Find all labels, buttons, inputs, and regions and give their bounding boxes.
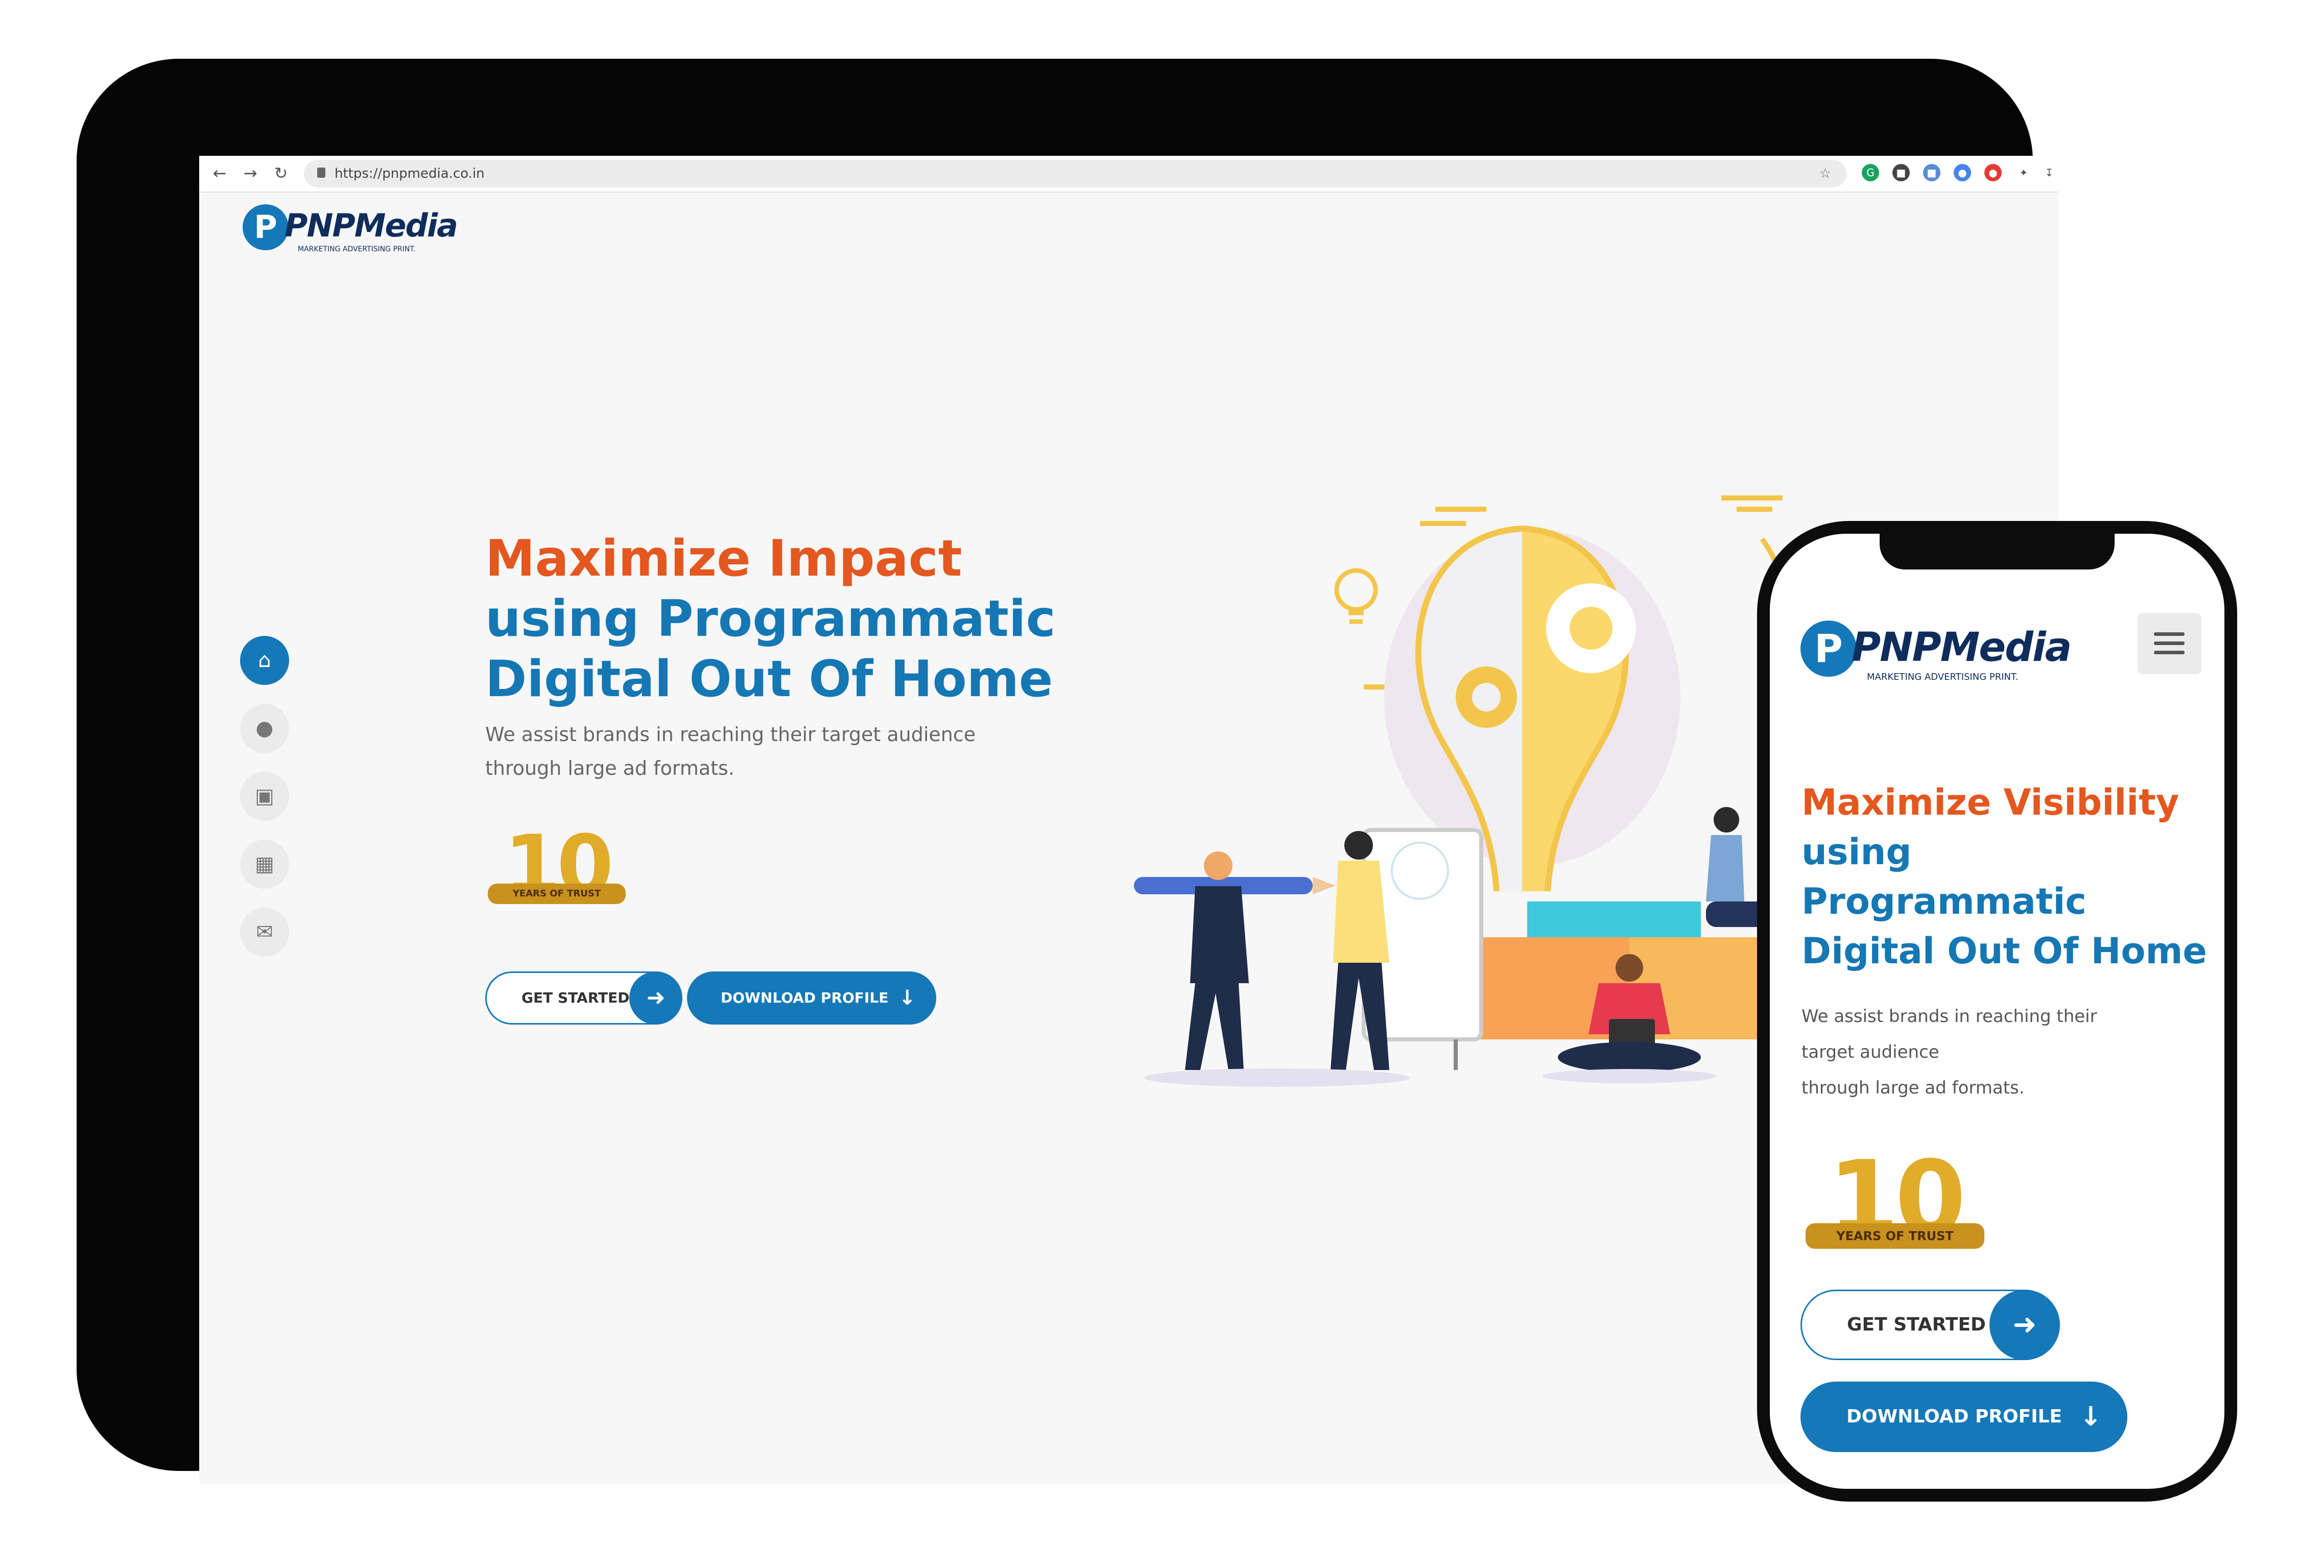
hero-title-line: using Programmatic	[485, 590, 1056, 648]
phone-notch	[1880, 534, 2115, 569]
small-lightbulb-icon	[1334, 568, 1378, 624]
get-started-button[interactable]: GET STARTED ➜	[485, 971, 682, 1025]
years-of-trust-badge: 10 YEARS OF TRUST	[488, 817, 626, 922]
badge-ribbon: YEARS OF TRUST	[488, 884, 626, 904]
hero-subtitle-line: through large ad formats.	[1801, 1078, 2025, 1098]
hero-subtitle-line: target audience	[1801, 1042, 1939, 1062]
mobile-hero-subtitle: We assist brands in reaching their targe…	[1801, 999, 2190, 1106]
get-started-label: GET STARTED	[1847, 1314, 1986, 1335]
laptop-frame: ← → ↻ https://pnpmedia.co.in ☆ G ■ ■ ● ●…	[77, 59, 2058, 1484]
download-profile-label: DOWNLOAD PROFILE	[1846, 1406, 2062, 1427]
logo-tagline: MARKETING ADVERTISING PRINT.	[1867, 672, 2019, 682]
hero-title-line: Digital Out Of Home	[485, 650, 1053, 708]
forward-icon[interactable]: →	[240, 163, 260, 183]
user-icon[interactable]: ●	[240, 704, 289, 753]
extension-icon[interactable]: G	[1862, 164, 1879, 181]
hero-subtitle-line: through large ad formats.	[485, 757, 734, 779]
extension-icon[interactable]: ●	[1954, 164, 1971, 181]
star-icon[interactable]: ☆	[1819, 166, 1831, 181]
logo-mark-icon: P	[1800, 621, 1857, 677]
browser-toolbar: ← → ↻ https://pnpmedia.co.in ☆ G ■ ■ ● ●…	[199, 156, 2058, 193]
brand-logo[interactable]: P PNPMedia MARKETING ADVERTISING PRINT.	[1800, 621, 2086, 692]
download-profile-button[interactable]: DOWNLOAD PROFILE ↓	[1800, 1382, 2127, 1452]
hero-subtitle-line: We assist brands in reaching their targe…	[485, 723, 976, 746]
hero-subtitle: We assist brands in reaching their targe…	[485, 718, 996, 785]
hero-title-line: Programmatic	[1801, 881, 2086, 922]
download-profile-label: DOWNLOAD PROFILE	[721, 989, 889, 1006]
address-bar[interactable]: https://pnpmedia.co.in ☆	[304, 160, 1846, 187]
hero-title-line: using	[1801, 831, 1912, 873]
logo-text: PNPMedia	[1852, 625, 2072, 671]
arrow-down-icon: ↓	[898, 986, 916, 1010]
gear-icon	[1546, 583, 1636, 673]
arrow-right-icon: ➜	[1989, 1290, 2060, 1360]
image-icon[interactable]: ▦	[240, 840, 289, 889]
mobile-hero-title: Maximize Visibility using Programmatic D…	[1801, 778, 2210, 976]
download-profile-button[interactable]: DOWNLOAD PROFILE ↓	[687, 971, 936, 1025]
url-text: https://pnpmedia.co.in	[335, 166, 485, 181]
arrow-down-icon: ↓	[2079, 1401, 2102, 1432]
envelope-icon[interactable]: ✉	[240, 908, 289, 957]
hero-title: Maximize Impact using Programmatic Digit…	[485, 529, 1124, 709]
brand-logo[interactable]: P PNPMedia MARKETING ADVERTISING PRINT.	[243, 204, 458, 260]
extension-icon[interactable]: ■	[1923, 164, 1940, 181]
hero-title-line: Digital Out Of Home	[1801, 930, 2207, 972]
home-icon[interactable]: ⌂	[240, 636, 289, 685]
briefcase-icon[interactable]: ▣	[240, 772, 289, 821]
extension-icon[interactable]: ●	[1984, 164, 2002, 181]
logo-tagline: MARKETING ADVERTISING PRINT.	[298, 245, 416, 253]
extension-icon[interactable]: ■	[1892, 164, 1910, 181]
phone-frame: P PNPMedia MARKETING ADVERTISING PRINT. …	[1757, 521, 2237, 1502]
puzzle-icon[interactable]: ✦	[2015, 164, 2032, 181]
hero-title-line: Maximize Impact	[485, 530, 962, 588]
back-icon[interactable]: ←	[209, 163, 230, 183]
hero-title-line: Maximize Visibility	[1801, 781, 2179, 823]
mobile-browser-window: P PNPMedia MARKETING ADVERTISING PRINT. …	[1770, 534, 2224, 1489]
years-of-trust-badge: 10 YEARS OF TRUST	[1806, 1139, 1984, 1259]
get-started-button[interactable]: GET STARTED ➜	[1800, 1290, 2060, 1360]
bulb-base	[1527, 901, 1701, 937]
reload-icon[interactable]: ↻	[271, 163, 291, 183]
gear-icon	[1456, 667, 1517, 728]
lock-icon	[317, 168, 325, 178]
hero-illustration	[1134, 495, 1796, 1087]
logo-text: PNPMedia	[284, 207, 458, 244]
logo-mark-icon: P	[243, 204, 289, 250]
download-icon[interactable]: ↧	[2041, 164, 2058, 181]
badge-ribbon: YEARS OF TRUST	[1806, 1223, 1984, 1249]
menu-icon[interactable]	[2138, 613, 2201, 674]
hero-subtitle-line: We assist brands in reaching their	[1801, 1006, 2097, 1027]
arrow-right-icon: ➜	[629, 971, 682, 1025]
get-started-label: GET STARTED	[521, 989, 630, 1006]
